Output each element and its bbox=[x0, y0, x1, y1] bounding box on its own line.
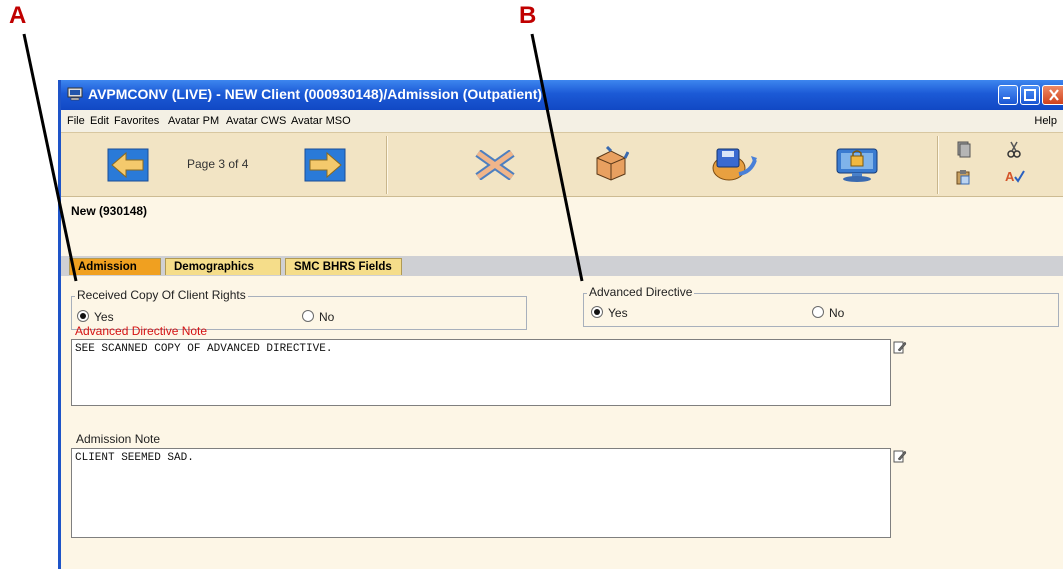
page-indicator: Page 3 of 4 bbox=[187, 157, 249, 171]
callout-a-label: A bbox=[9, 2, 27, 29]
menu-help[interactable]: Help bbox=[1034, 115, 1057, 127]
client-rights-yes-option[interactable]: Yes bbox=[77, 310, 114, 324]
window-title: AVPMCONV (LIVE) - NEW Client (000930148)… bbox=[88, 86, 543, 102]
menu-bar: File Edit Favorites Avatar PM Avatar CWS… bbox=[61, 110, 1063, 132]
advanced-directive-yes-radio[interactable] bbox=[591, 306, 603, 318]
lock-monitor-icon[interactable] bbox=[834, 145, 880, 183]
advanced-directive-note-textarea[interactable]: SEE SCANNED COPY OF ADVANCED DIRECTIVE. bbox=[71, 339, 891, 406]
maximize-icon bbox=[1024, 89, 1036, 101]
client-rights-no-option[interactable]: No bbox=[302, 310, 334, 324]
advanced-directive-legend: Advanced Directive bbox=[587, 285, 695, 299]
forward-arrow-icon[interactable] bbox=[304, 148, 346, 182]
submit-disk-icon[interactable] bbox=[709, 144, 759, 184]
close-button[interactable] bbox=[1042, 85, 1063, 105]
copy-icon[interactable] bbox=[955, 140, 971, 158]
open-box-icon[interactable] bbox=[593, 146, 629, 182]
advanced-directive-note-edit-icon[interactable] bbox=[893, 340, 907, 354]
paste-icon[interactable] bbox=[955, 167, 971, 185]
application-window: AVPMCONV (LIVE) - NEW Client (000930148)… bbox=[58, 80, 1063, 569]
menu-favorites[interactable]: Favorites bbox=[114, 115, 159, 127]
client-rights-no-label: No bbox=[319, 310, 335, 324]
tab-admission[interactable]: Admission bbox=[69, 258, 161, 275]
tab-demographics[interactable]: Demographics bbox=[165, 258, 281, 275]
menu-avatar-mso[interactable]: Avatar MSO bbox=[291, 115, 351, 127]
callout-b-label: B bbox=[519, 2, 537, 29]
minimize-icon bbox=[1003, 97, 1010, 99]
breadcrumb: New (930148) bbox=[71, 204, 148, 218]
app-monitor-icon bbox=[67, 87, 83, 101]
back-arrow-icon[interactable] bbox=[107, 148, 149, 182]
admission-note-textarea[interactable]: CLIENT SEEMED SAD. bbox=[71, 448, 891, 538]
advanced-directive-yes-option[interactable]: Yes bbox=[591, 306, 628, 320]
toolbar: Page 3 of 4 A bbox=[61, 132, 1063, 197]
menu-edit[interactable]: Edit bbox=[90, 115, 109, 127]
minimize-button[interactable] bbox=[998, 85, 1018, 105]
admission-note-edit-icon[interactable] bbox=[893, 449, 907, 463]
client-rights-yes-radio[interactable] bbox=[77, 310, 89, 322]
svg-text:A: A bbox=[1005, 169, 1015, 184]
maximize-button[interactable] bbox=[1020, 85, 1040, 105]
title-bar: AVPMCONV (LIVE) - NEW Client (000930148)… bbox=[61, 80, 1063, 110]
cut-icon[interactable] bbox=[1006, 140, 1022, 158]
client-rights-yes-label: Yes bbox=[94, 310, 114, 324]
spellcheck-icon[interactable]: A bbox=[1005, 167, 1025, 185]
close-icon bbox=[1049, 89, 1059, 101]
cancel-x-icon[interactable] bbox=[475, 150, 515, 180]
client-rights-legend: Received Copy Of Client Rights bbox=[75, 288, 248, 302]
menu-avatar-cws[interactable]: Avatar CWS bbox=[226, 115, 286, 127]
advanced-directive-no-radio[interactable] bbox=[812, 306, 824, 318]
advanced-directive-yes-label: Yes bbox=[608, 306, 628, 320]
menu-file[interactable]: File bbox=[67, 115, 85, 127]
admission-note-label: Admission Note bbox=[76, 432, 161, 446]
tab-smc-bhrs-fields[interactable]: SMC BHRS Fields bbox=[285, 258, 402, 275]
advanced-directive-no-option[interactable]: No bbox=[812, 306, 844, 320]
advanced-directive-note-label: Advanced Directive Note bbox=[75, 324, 208, 338]
advanced-directive-no-label: No bbox=[829, 306, 845, 320]
client-rights-no-radio[interactable] bbox=[302, 310, 314, 322]
menu-avatar-pm[interactable]: Avatar PM bbox=[168, 115, 219, 127]
